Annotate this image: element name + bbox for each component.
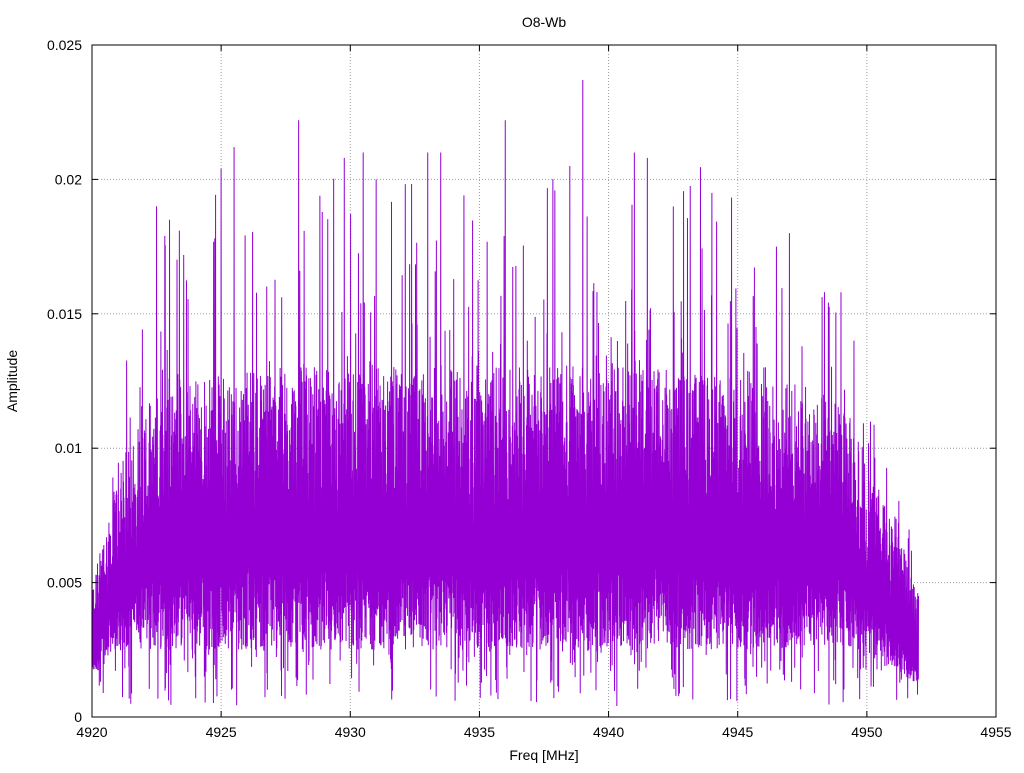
x-tick-label: 4940	[593, 724, 624, 740]
x-tick-label: 4955	[980, 724, 1011, 740]
y-tick-label: 0.015	[47, 306, 82, 322]
x-tick-label: 4950	[851, 724, 882, 740]
x-axis-label: Freq [MHz]	[509, 747, 578, 763]
series-line-o8-wb	[91, 79, 920, 707]
chart-title: O8-Wb	[522, 14, 567, 30]
y-tick-label: 0.01	[55, 440, 82, 456]
y-tick-label: 0.005	[47, 575, 82, 591]
x-tick-label: 4945	[722, 724, 753, 740]
y-tick-label: 0	[74, 709, 82, 725]
x-tick-label: 4925	[206, 724, 237, 740]
y-axis-label: Amplitude	[4, 350, 20, 412]
y-tick-label: 0.02	[55, 171, 82, 187]
chart: 4920 4925 4930 4935 4940 4945 4950 4955 0 0.005 0.…	[4, 14, 1012, 763]
y-tick-label: 0.025	[47, 37, 82, 53]
x-tick-label: 4930	[335, 724, 366, 740]
x-tick-label: 4935	[464, 724, 495, 740]
x-tick-label: 4920	[76, 724, 107, 740]
